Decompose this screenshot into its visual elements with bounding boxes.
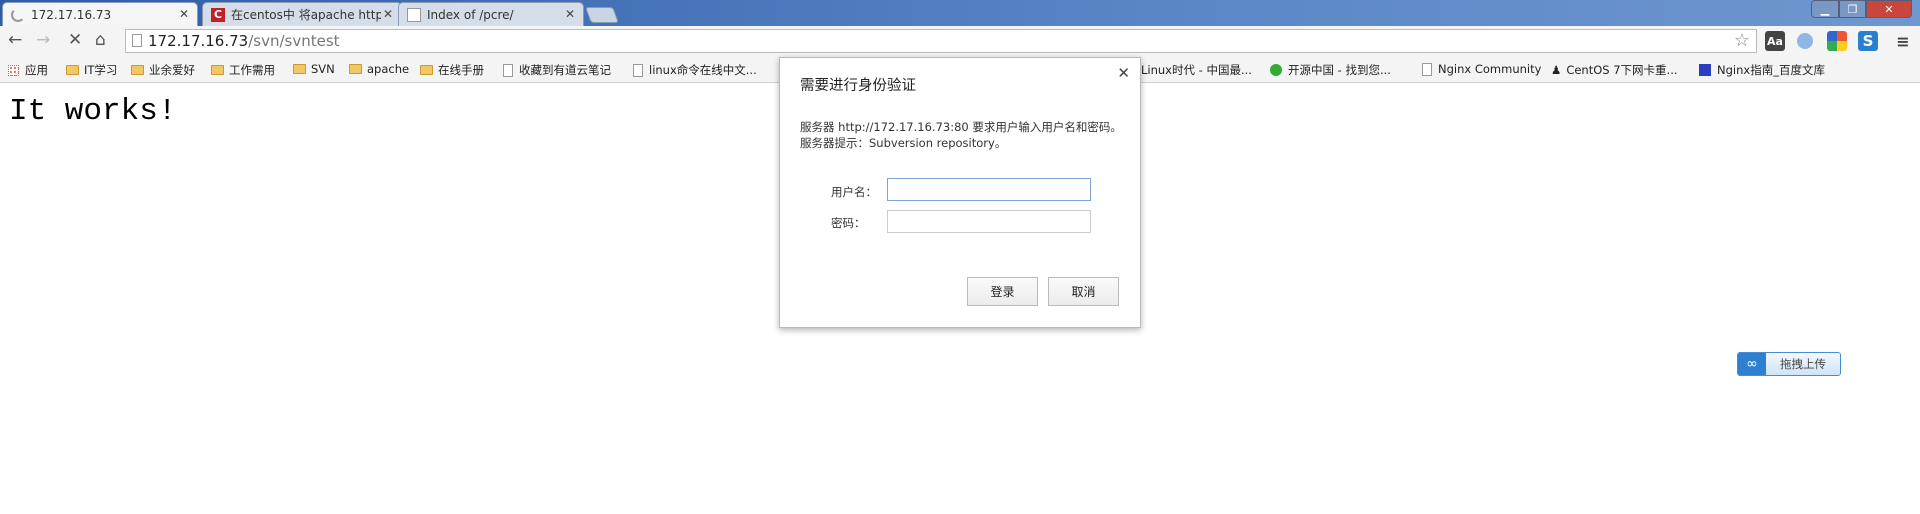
baidu-cloud-icon: ∞ <box>1738 353 1766 375</box>
folder-icon <box>420 65 433 75</box>
folder-icon <box>211 65 224 75</box>
forward-button[interactable]: → <box>36 30 50 50</box>
folder-icon <box>349 64 362 74</box>
cancel-button[interactable]: 取消 <box>1048 277 1119 306</box>
baidu-icon <box>1699 64 1711 76</box>
folder-icon <box>293 64 306 74</box>
s-extension-icon[interactable]: S <box>1858 31 1878 51</box>
bookmark-apps[interactable]: 应用 <box>8 62 48 78</box>
star-icon[interactable]: ☆ <box>1734 30 1750 51</box>
bookmark-link[interactable]: 开源中国 - 找到您... <box>1270 62 1391 78</box>
clock-extension-icon[interactable] <box>1797 33 1813 49</box>
url-host: 172.17.16.73 <box>148 32 249 50</box>
home-button[interactable]: ⌂ <box>95 30 106 50</box>
csdn-icon: C <box>211 7 225 22</box>
dictionary-extension-icon[interactable]: Aa <box>1765 31 1785 51</box>
restore-button[interactable]: ❐ <box>1839 0 1866 18</box>
dialog-message: 服务器 http://172.17.16.73:80 要求用户输入用户名和密码。… <box>800 120 1122 150</box>
bookmark-link[interactable]: linux命令在线中文... <box>633 62 757 78</box>
bookmark-folder[interactable]: IT学习 <box>66 62 117 78</box>
page-icon <box>407 7 421 22</box>
back-button[interactable]: ← <box>8 30 22 50</box>
bookmark-link[interactable]: Nginx指南_百度文库 <box>1699 62 1825 78</box>
login-button[interactable]: 登录 <box>967 277 1038 306</box>
tab-title: 172.17.16.73 <box>31 8 112 22</box>
folder-icon <box>66 65 79 75</box>
close-window-button[interactable]: ✕ <box>1866 0 1912 18</box>
tab-1[interactable]: 172.17.16.73 ✕ <box>2 2 198 27</box>
close-tab-icon[interactable]: ✕ <box>565 7 575 21</box>
bookmark-link[interactable]: Linux时代 - 中国最... <box>1141 62 1252 78</box>
address-bar[interactable]: 172.17.16.73/svn/svntest ☆ <box>125 29 1757 53</box>
username-label: 用户名： <box>831 185 877 199</box>
bookmark-folder[interactable]: apache <box>349 62 409 76</box>
url-path: /svn/svntest <box>248 32 340 50</box>
page-icon <box>633 63 643 77</box>
close-tab-icon[interactable]: ✕ <box>179 7 189 21</box>
new-tab-button[interactable] <box>585 7 619 23</box>
close-icon[interactable]: ✕ <box>1117 64 1130 82</box>
bookmark-link[interactable]: 收藏到有道云笔记 <box>503 62 611 78</box>
bookmark-folder[interactable]: SVN <box>293 62 335 76</box>
tab-title: 在centos中 将apache http <box>231 8 381 22</box>
minimize-button[interactable]: ▁ <box>1811 0 1839 18</box>
toolbar: ← → ✕ ⌂ 172.17.16.73/svn/svntest ☆ Aa S … <box>0 26 1920 56</box>
page-icon <box>503 63 513 77</box>
bookmark-link[interactable]: Nginx Community <box>1422 62 1541 76</box>
bookmark-folder[interactable]: 工作需用 <box>211 62 275 78</box>
tab-3[interactable]: Index of /pcre/ ✕ <box>398 2 584 26</box>
folder-icon <box>131 65 144 75</box>
drag-upload-button[interactable]: ∞ 拖拽上传 <box>1737 352 1841 376</box>
auth-dialog: 需要进行身份验证 ✕ 服务器 http://172.17.16.73:80 要求… <box>779 57 1141 328</box>
password-label: 密码： <box>831 216 866 230</box>
username-input[interactable] <box>887 178 1091 201</box>
bookmark-folder[interactable]: 在线手册 <box>420 62 484 78</box>
dialog-title: 需要进行身份验证 <box>800 78 916 94</box>
menu-icon[interactable]: ≡ <box>1893 31 1913 51</box>
bookmark-link[interactable]: ♟ CentOS 7下网卡重... <box>1551 62 1678 78</box>
page-icon <box>1422 62 1432 76</box>
password-input[interactable] <box>887 210 1091 233</box>
colorful-extension-icon[interactable] <box>1827 31 1847 51</box>
page-icon <box>132 34 142 47</box>
loading-icon <box>11 8 25 22</box>
stop-button[interactable]: ✕ <box>68 30 82 50</box>
bookmark-folder[interactable]: 业余爱好 <box>131 62 195 78</box>
penguin-icon: ♟ <box>1551 63 1562 77</box>
page-content-text: It works! <box>9 94 177 129</box>
title-bar: 172.17.16.73 ✕ C 在centos中 将apache http ✕… <box>0 0 1920 27</box>
oschina-icon <box>1270 64 1282 76</box>
tab-2[interactable]: C 在centos中 将apache http ✕ <box>202 2 402 26</box>
close-tab-icon[interactable]: ✕ <box>383 7 393 21</box>
tab-title: Index of /pcre/ <box>427 7 514 22</box>
apps-icon <box>8 64 19 76</box>
